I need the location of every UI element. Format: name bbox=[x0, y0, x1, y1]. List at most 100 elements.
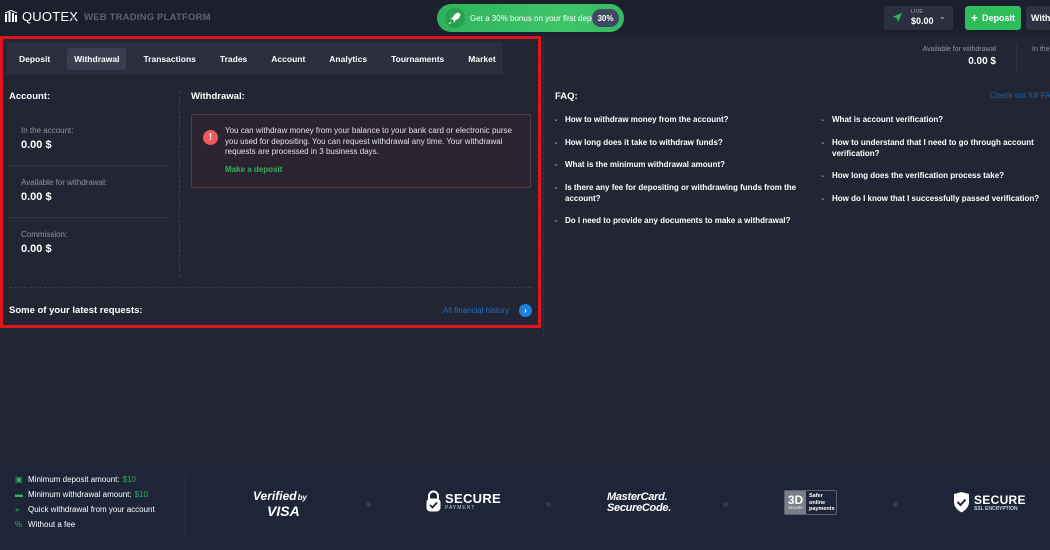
tab-deposit[interactable]: Deposit bbox=[12, 48, 57, 70]
chevron-right-icon[interactable]: › bbox=[519, 304, 532, 317]
finance-tabs: Deposit Withdrawal Transactions Trades A… bbox=[6, 42, 503, 75]
paper-plane-icon bbox=[892, 12, 903, 23]
padlock-icon bbox=[426, 490, 441, 512]
header-available-withdrawal: Available for withdrawal 0.00 $ bbox=[900, 46, 996, 67]
3d-small-text: SECURE bbox=[788, 506, 803, 510]
faq-question: What is the minimum withdrawal amount? bbox=[565, 160, 726, 169]
ssl-top: SECURE bbox=[974, 492, 1026, 507]
perk-no-fee: % Without a fee bbox=[15, 520, 75, 529]
available-withdrawal-label: Available for withdrawal: bbox=[21, 178, 108, 187]
rocket-icon bbox=[445, 8, 465, 28]
chevron-down-icon: ⌄ bbox=[820, 139, 826, 146]
header-stat-separator bbox=[1016, 44, 1017, 72]
bonus-banner[interactable]: Get a 30% bonus on your first deposit 30… bbox=[437, 4, 624, 32]
footer-dot bbox=[723, 502, 728, 507]
plus-icon: + bbox=[970, 10, 978, 25]
chevron-down-icon: ⌄ bbox=[939, 12, 946, 21]
available-label: Available for withdrawal bbox=[922, 46, 996, 53]
chevron-down-icon: ⌄ bbox=[553, 161, 559, 168]
quotex-logo[interactable]: QUOTEX bbox=[4, 9, 78, 24]
faq-title: FAQ: bbox=[555, 91, 578, 102]
perk-text: Minimum withdrawal amount: bbox=[28, 490, 132, 499]
deposit-button[interactable]: + Deposit bbox=[965, 6, 1021, 30]
faq-question: How to understand that I need to go thro… bbox=[832, 138, 1034, 158]
faq-item[interactable]: ⌄ What is account verification? bbox=[820, 114, 1040, 125]
faq-question: Is there any fee for depositing or withd… bbox=[565, 183, 797, 203]
faq-item[interactable]: ⌄ How to withdraw money from the account… bbox=[553, 114, 793, 125]
footer-dot bbox=[893, 502, 898, 507]
withdrawal-panel: Deposit Withdrawal Transactions Trades A… bbox=[0, 36, 541, 328]
faq-question: Do I need to provide any documents to ma… bbox=[565, 216, 791, 225]
visa-bottom-text: VISA bbox=[267, 503, 300, 519]
account-balance-selector[interactable]: LIVE $0.00 ⌄ bbox=[884, 6, 953, 30]
faq-question: What is account verification? bbox=[832, 115, 944, 124]
withdrawal-section-title: Withdrawal: bbox=[191, 91, 245, 102]
chevron-down-icon: ⌄ bbox=[553, 184, 559, 191]
faq-item[interactable]: ⌄ What is the minimum withdrawal amount? bbox=[553, 159, 793, 170]
3d-safer-text: Safer online payments bbox=[809, 493, 835, 512]
balance-amount: $0.00 bbox=[911, 16, 934, 26]
chevron-down-icon: ⌄ bbox=[553, 139, 559, 146]
chevron-down-icon: ⌄ bbox=[820, 116, 826, 123]
section-divider bbox=[9, 287, 531, 288]
faq-item[interactable]: ⌄ Is there any fee for depositing or wit… bbox=[553, 182, 803, 204]
exclamation-icon: ! bbox=[203, 130, 218, 145]
ssl-encryption-logo: SECURE SSL ENCRYPTION bbox=[953, 492, 1026, 513]
3d-big-text: 3D bbox=[787, 493, 804, 507]
perk-min-withdrawal: ▬ Minimum withdrawal amount: $10 bbox=[15, 490, 148, 499]
make-deposit-link[interactable]: Make a deposit bbox=[225, 165, 282, 174]
card-icon: ▬ bbox=[15, 490, 23, 499]
account-in-account: In the account: 0.00 $ bbox=[21, 126, 73, 151]
header-in-account-label: In the bbox=[1032, 46, 1050, 53]
perk-min-deposit: ▣ Minimum deposit amount: $10 bbox=[15, 475, 136, 484]
tab-transactions[interactable]: Transactions bbox=[136, 48, 202, 70]
tab-market[interactable]: Market bbox=[461, 48, 502, 70]
content-divider bbox=[543, 36, 544, 336]
perk-text: Without a fee bbox=[28, 520, 76, 529]
tab-withdrawal[interactable]: Withdrawal bbox=[67, 47, 127, 70]
faq-item[interactable]: ⌄ How to understand that I need to go th… bbox=[820, 137, 1040, 159]
latest-requests-title: Some of your latest requests: bbox=[9, 305, 143, 316]
tab-account[interactable]: Account bbox=[264, 48, 312, 70]
shield-check-icon bbox=[954, 492, 969, 513]
full-faq-link[interactable]: Check out full FAQ bbox=[990, 91, 1050, 100]
visa-by-text: by bbox=[297, 493, 307, 502]
3d-secure-logo: 3D SECURE Safer online payments bbox=[784, 490, 837, 515]
logo-separator bbox=[72, 17, 75, 20]
account-commission: Commission: 0.00 $ bbox=[21, 230, 67, 255]
perk-text: Quick withdrawal from your account bbox=[28, 505, 155, 514]
balance-mode: LIVE bbox=[911, 9, 923, 15]
bonus-text: Get a 30% bonus on your first deposit bbox=[470, 13, 604, 23]
financial-history-link[interactable]: All financial history bbox=[443, 306, 509, 315]
bonus-badge: 30% bbox=[592, 9, 619, 27]
alert-text: You can withdraw money from your balance… bbox=[225, 126, 512, 156]
account-available: Available for withdrawal: 0.00 $ bbox=[21, 178, 107, 203]
tab-trades[interactable]: Trades bbox=[213, 48, 254, 70]
mastercard-securecode-logo: MasterCard. SecureCode. bbox=[607, 492, 671, 514]
footer-dot bbox=[546, 502, 551, 507]
perk-highlight: $10 bbox=[134, 490, 148, 499]
tab-tournaments[interactable]: Tournaments bbox=[384, 48, 451, 70]
faq-item[interactable]: ⌄ How long does it take to withdraw fund… bbox=[553, 137, 793, 148]
tab-analytics[interactable]: Analytics bbox=[322, 48, 374, 70]
withdrawal-button[interactable]: With bbox=[1026, 6, 1050, 30]
deposit-button-label: Deposit bbox=[982, 13, 1016, 23]
chevron-down-icon: ⌄ bbox=[820, 195, 826, 202]
secure-payment-logo: SECURE PAYMENT bbox=[426, 490, 501, 512]
perk-highlight: $10 bbox=[122, 475, 136, 484]
faq-item[interactable]: ⌄ How long does the verification process… bbox=[820, 170, 1040, 181]
chevron-down-icon: ⌄ bbox=[820, 172, 826, 179]
logo-text: QUOTEX bbox=[22, 9, 79, 24]
faq-item[interactable]: ⌄ How do I know that I successfully pass… bbox=[820, 193, 1050, 204]
faq-question: How long does it take to withdraw funds? bbox=[565, 138, 723, 147]
in-account-label: In the account: bbox=[21, 126, 74, 135]
footer-dot bbox=[366, 502, 371, 507]
verified-by-visa-logo: Verifiedby VISA bbox=[253, 490, 313, 518]
faq-item[interactable]: ⌄ Do I need to provide any documents to … bbox=[553, 215, 803, 226]
withdrawal-info-alert: ! You can withdraw money from your balan… bbox=[191, 114, 531, 188]
available-value: 0.00 $ bbox=[968, 56, 996, 67]
chevron-down-icon: ⌄ bbox=[553, 217, 559, 224]
in-account-value: 0.00 $ bbox=[21, 139, 52, 151]
mastercard-bottom: SecureCode. bbox=[607, 502, 671, 514]
faq-question: How long does the verification process t… bbox=[832, 171, 1005, 180]
